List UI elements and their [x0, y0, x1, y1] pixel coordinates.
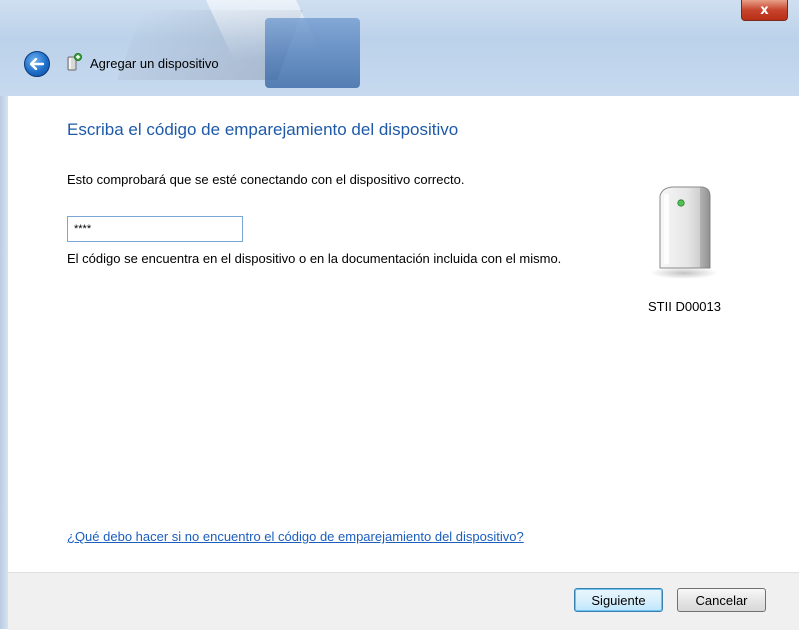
back-button[interactable]: [24, 51, 50, 77]
back-arrow-icon: [30, 58, 44, 70]
instruction-text: Esto comprobará que se esté conectando c…: [67, 172, 465, 187]
device-tower-icon: [650, 186, 718, 279]
page-heading: Escriba el código de emparejamiento del …: [67, 120, 459, 139]
add-device-window: x Agregar un dispositivo Escriba el códi…: [0, 0, 799, 630]
device-add-icon: [67, 53, 82, 71]
main-content: Escriba el código de emparejamiento del …: [8, 96, 799, 572]
device-name-label: STII D00013: [648, 299, 721, 314]
close-icon: x: [760, 2, 769, 18]
close-button[interactable]: x: [741, 0, 788, 21]
title-bar: x Agregar un dispositivo: [0, 0, 799, 96]
help-link[interactable]: ¿Qué debo hacer si no encuentro el códig…: [67, 529, 524, 544]
button-bar: Siguiente Cancelar: [8, 572, 799, 630]
next-button[interactable]: Siguiente: [574, 588, 663, 612]
pairing-code-input[interactable]: [67, 216, 243, 242]
window-title: Agregar un dispositivo: [90, 56, 219, 71]
cancel-button[interactable]: Cancelar: [677, 588, 766, 612]
code-hint-text: El código se encuentra en el dispositivo…: [67, 251, 562, 266]
window-frame-left: [0, 96, 8, 629]
glass-background-monitor: [265, 18, 360, 88]
